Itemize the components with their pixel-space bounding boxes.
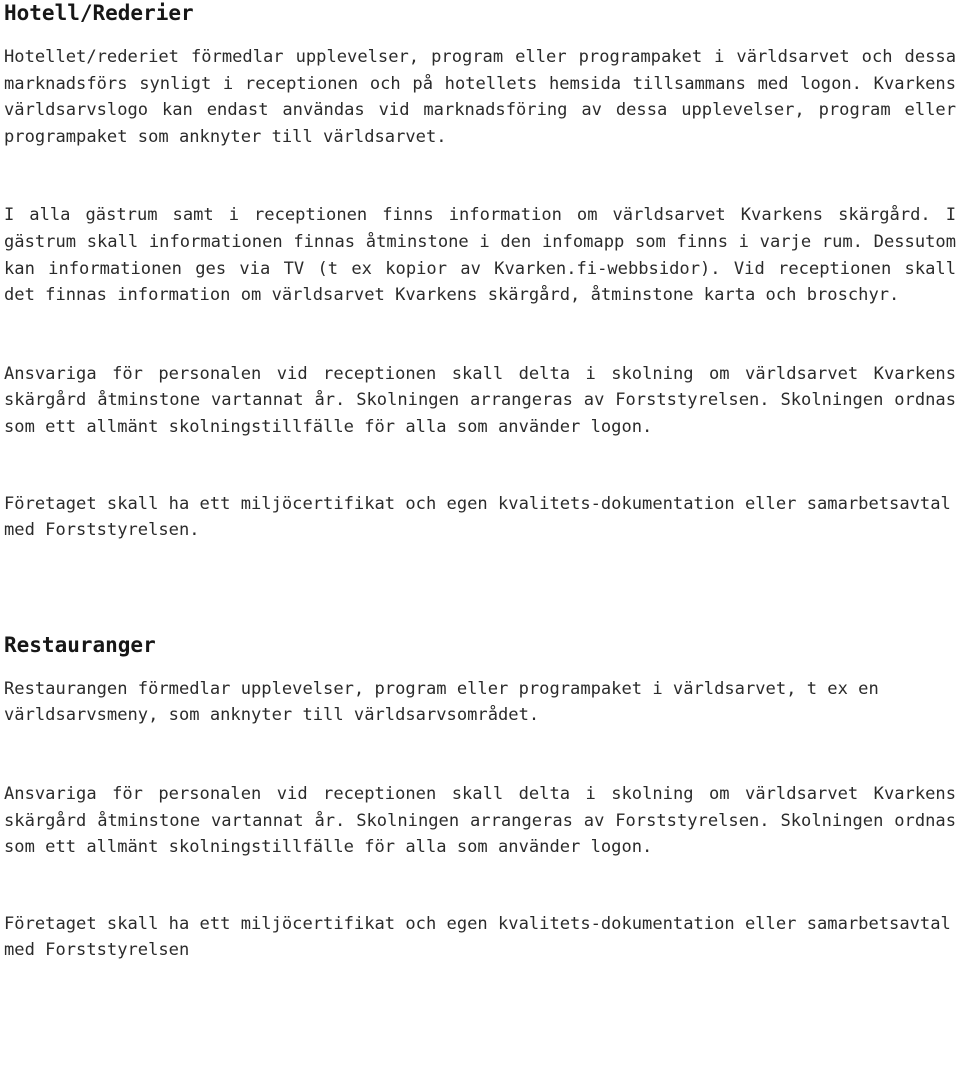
paragraph-hotell-skolning: Ansvariga för personalen vid receptionen… (4, 363, 956, 437)
paragraph-hotell-miljocertifikat: Företaget skall ha ett miljöcertifikat o… (4, 493, 951, 541)
section-hotell-rederier: Hotell/Rederier Hotellet/rederiet förmed… (4, 0, 956, 544)
paragraph-restaurang-miljocertifikat: Företaget skall ha ett miljöcertifikat o… (4, 913, 951, 961)
section-restauranger: Restauranger Restaurangen förmedlar uppl… (4, 632, 956, 964)
paragraph-restaurang-skolning: Ansvariga för personalen vid receptionen… (4, 783, 956, 858)
paragraph-hotell-intro: Hotellet/rederiet förmedlar upplevelser,… (4, 47, 956, 147)
paragraph-hotell-gastrum-info: I alla gästrum samt i receptionen finns … (4, 205, 956, 306)
paragraph-restaurang-intro: Restaurangen förmedlar upplevelser, prog… (4, 678, 879, 726)
section-heading-hotell-rederier: Hotell/Rederier (4, 1, 194, 25)
section-heading-restauranger: Restauranger (4, 632, 156, 657)
document-page: Hotell/Rederier Hotellet/rederiet förmed… (0, 0, 960, 1085)
